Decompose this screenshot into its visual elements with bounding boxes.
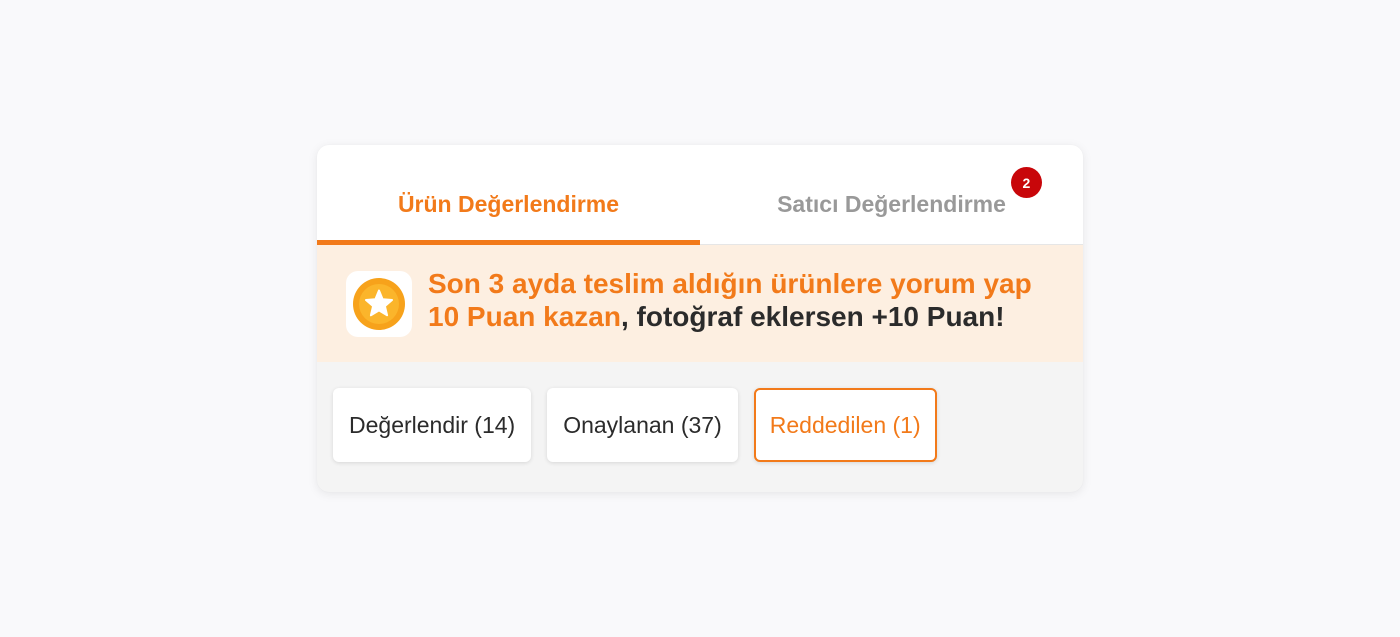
tab-label-wrap: Satıcı Değerlendirme 2 [777,167,1042,218]
review-filters: Değerlendir (14) Onaylanan (37) Reddedil… [317,362,1083,462]
promo-rest: , fotoğraf eklersen +10 Puan! [620,300,1005,332]
tab-label: Satıcı Değerlendirme [777,191,1006,217]
promo-text: Son 3 ayda teslim aldığın ürünlere yorum… [428,267,1053,333]
tab-seller-review[interactable]: Satıcı Değerlendirme 2 [700,145,1083,244]
review-card: Ürün Değerlendirme Satıcı Değerlendirme … [317,145,1083,492]
notification-badge: 2 [1010,167,1042,198]
filter-rejected-button[interactable]: Reddedilen (1) [753,388,937,462]
filter-approved-button[interactable]: Onaylanan (37) [547,388,738,462]
review-tabs: Ürün Değerlendirme Satıcı Değerlendirme … [317,145,1083,245]
tab-label-wrap: Ürün Değerlendirme [398,191,619,218]
star-coin-icon [346,270,412,337]
filter-to-review-button[interactable]: Değerlendir (14) [333,388,532,462]
promo-banner: Son 3 ayda teslim aldığın ürünlere yorum… [317,245,1083,362]
tab-product-review[interactable]: Ürün Değerlendirme [317,145,700,245]
star-coin-svg [353,277,405,330]
tab-label: Ürün Değerlendirme [397,191,620,217]
